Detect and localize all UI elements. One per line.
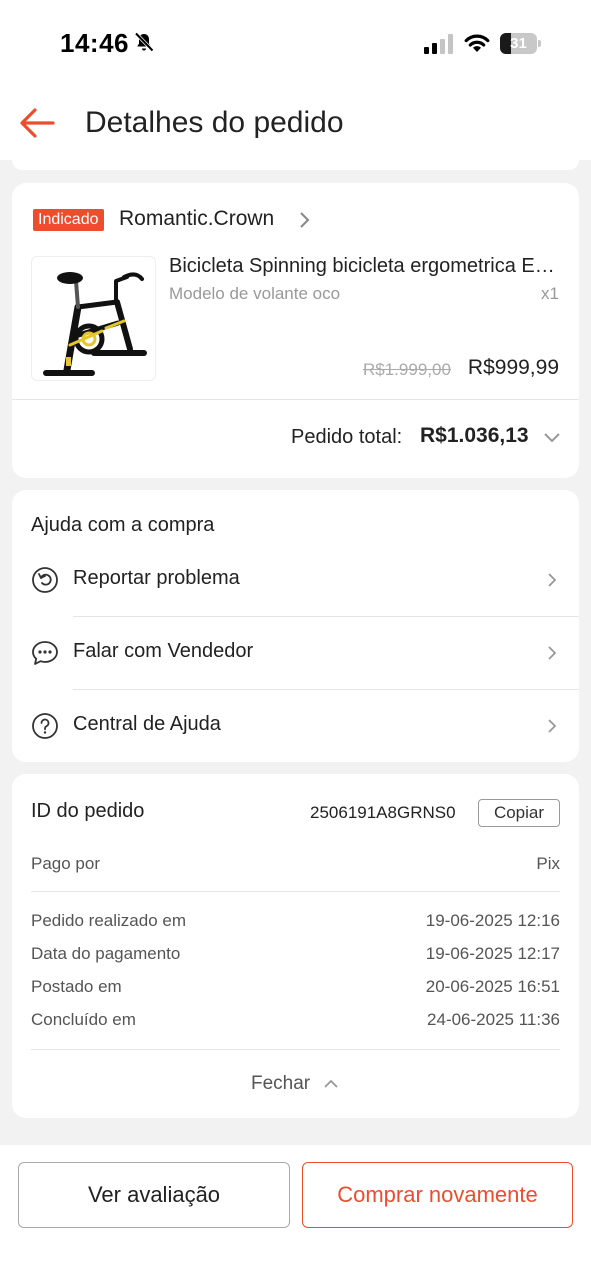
info-row-value: 19-06-2025 12:16	[425, 911, 560, 930]
chevron-right-icon[interactable]	[298, 211, 310, 229]
chevron-right-icon	[548, 646, 557, 660]
battery-icon: 31	[500, 33, 542, 54]
view-review-button[interactable]: Ver avaliação	[18, 1162, 290, 1228]
order-id-label: ID do pedido	[31, 800, 145, 822]
buy-again-button[interactable]: Comprar novamente	[302, 1162, 573, 1228]
order-product-card: Indicado Romantic.Crown Bicicleta Spinni…	[12, 183, 579, 478]
report-problem-icon	[32, 567, 58, 593]
bottom-action-bar: Ver avaliação Comprar novamente	[0, 1145, 591, 1280]
status-bar: 14:46 31	[0, 0, 591, 88]
chevron-right-icon	[548, 573, 557, 587]
payment-method-value: Pix	[536, 854, 560, 873]
help-item-label: Reportar problema	[73, 567, 240, 589]
info-row-value: 20-06-2025 16:51	[425, 977, 560, 996]
shop-name[interactable]: Romantic.Crown	[119, 207, 274, 231]
info-row-value: 24-06-2025 11:36	[427, 1010, 560, 1029]
help-question-icon	[32, 713, 58, 739]
wifi-icon	[464, 34, 490, 52]
info-row-label: Concluído em	[31, 1010, 136, 1029]
copy-button[interactable]: Copiar	[478, 799, 560, 827]
order-info-card: ID do pedido 2506191A8GRNS0 Copiar Pago …	[12, 774, 579, 1118]
order-total-value: R$1.036,13	[420, 424, 529, 447]
bell-muted-icon	[134, 32, 154, 52]
cellular-signal-icon	[424, 34, 453, 54]
page-title: Detalhes do pedido	[85, 106, 344, 139]
info-row-label: Pedido realizado em	[31, 911, 186, 930]
payment-method-row: Pago por Pix	[31, 854, 560, 878]
page-header: Detalhes do pedido	[0, 88, 591, 160]
help-item-report-problem[interactable]: Reportar problema	[12, 544, 579, 616]
exercise-bike-image	[43, 272, 147, 376]
scrolled-card-edge	[12, 160, 579, 170]
payment-date-row: Data do pagamento 19-06-2025 12:17	[31, 944, 560, 968]
order-id-value: 2506191A8GRNS0	[310, 803, 456, 822]
help-item-help-center[interactable]: Central de Ajuda	[12, 690, 579, 762]
chevron-right-icon	[548, 719, 557, 733]
product-variant: Modelo de volante oco	[169, 284, 341, 303]
product-price: R$999,99	[467, 356, 559, 379]
info-row-value: 19-06-2025 12:17	[425, 944, 560, 963]
back-arrow-icon[interactable]	[18, 106, 56, 140]
info-row-label: Postado em	[31, 977, 122, 996]
purchase-help-card: Ajuda com a compra Reportar problema Fal…	[12, 490, 579, 762]
product-image[interactable]	[31, 256, 156, 381]
help-item-label: Falar com Vendedor	[73, 640, 254, 662]
payment-method-label: Pago por	[31, 854, 100, 873]
order-placed-row: Pedido realizado em 19-06-2025 12:16	[31, 911, 560, 935]
close-details-link[interactable]: Fechar	[251, 1073, 310, 1095]
help-item-label: Central de Ajuda	[73, 713, 221, 735]
info-row-label: Data do pagamento	[31, 944, 181, 963]
shipped-row: Postado em 20-06-2025 16:51	[31, 977, 560, 1001]
completed-row: Concluído em 24-06-2025 11:36	[31, 1010, 560, 1034]
chevron-up-icon[interactable]	[323, 1077, 339, 1089]
preferred-badge: Indicado	[33, 209, 104, 231]
battery-percentage: 31	[510, 35, 527, 52]
divider	[31, 1049, 560, 1050]
divider	[12, 399, 579, 400]
help-item-chat-seller[interactable]: Falar com Vendedor	[12, 617, 579, 689]
product-quantity: x1	[541, 284, 559, 303]
divider	[31, 891, 560, 892]
help-section-title: Ajuda com a compra	[31, 514, 215, 536]
original-price: R$1.999,00	[363, 360, 451, 379]
order-total-label: Pedido total:	[291, 426, 403, 448]
chevron-down-icon[interactable]	[543, 431, 561, 443]
status-time: 14:46	[60, 28, 129, 58]
product-title[interactable]: Bicicleta Spinning bicicleta ergometrica…	[169, 255, 561, 278]
chat-icon	[32, 641, 58, 665]
